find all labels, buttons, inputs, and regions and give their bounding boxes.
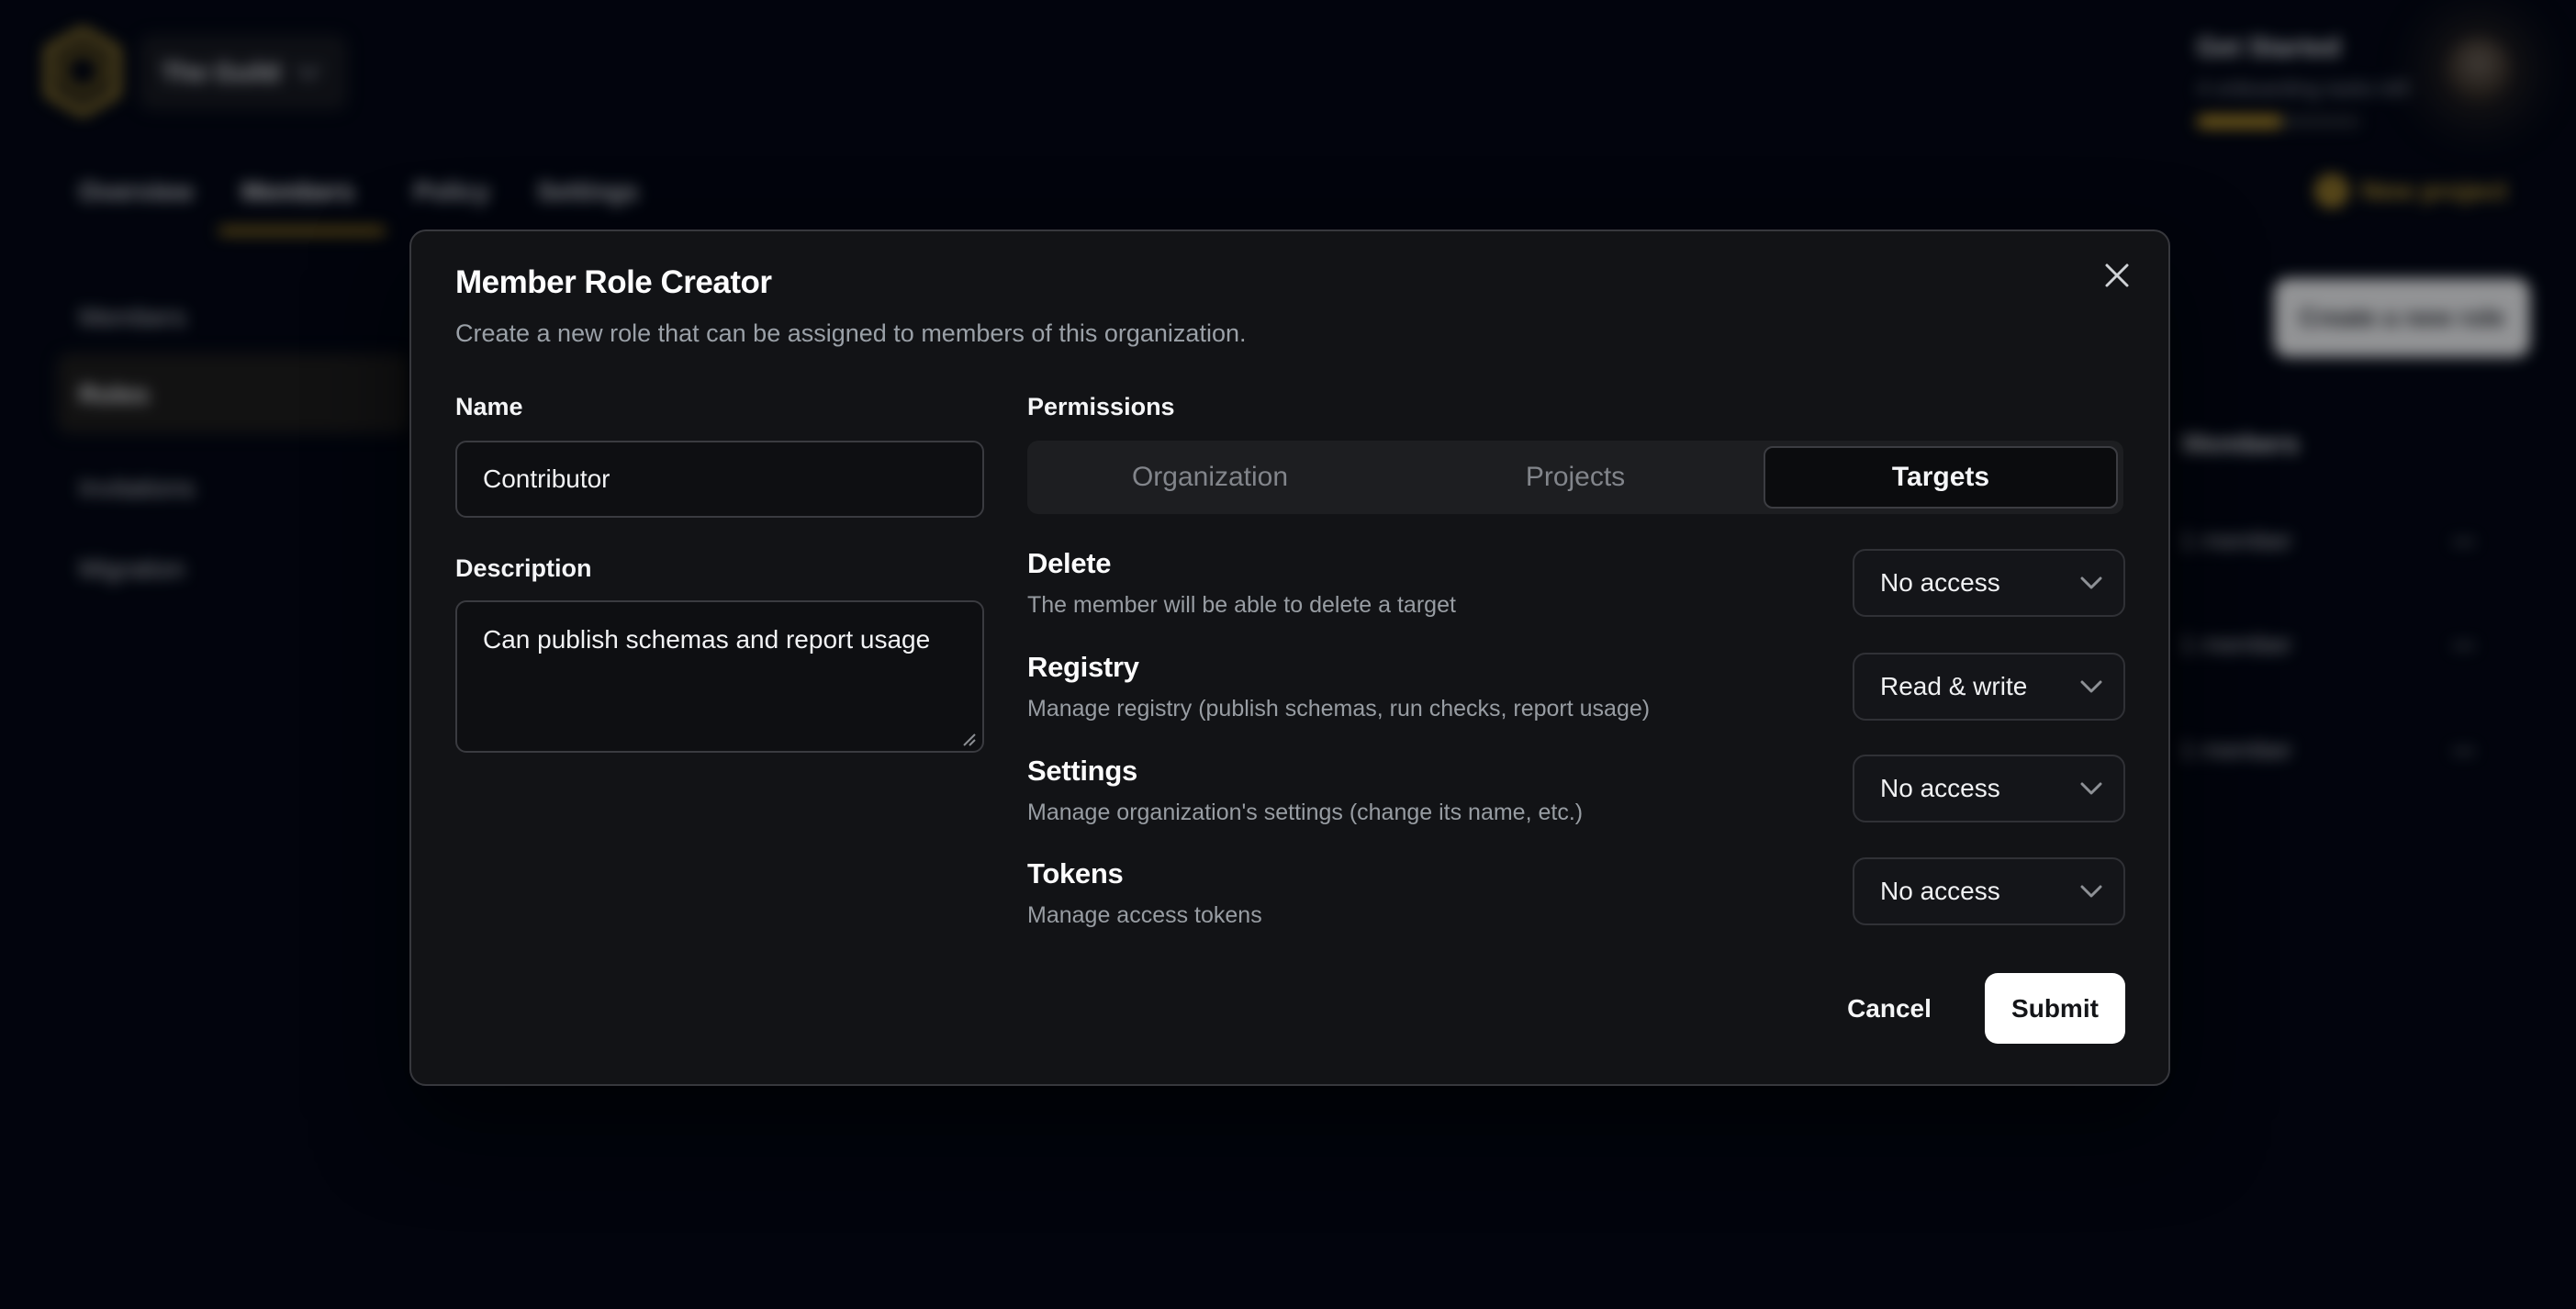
perm-row-description: Manage organization's settings (change i… xyxy=(1027,800,1583,826)
perm-tab-organization[interactable]: Organization xyxy=(1027,441,1393,514)
perm-select-settings[interactable]: No access xyxy=(1853,755,2125,822)
name-label: Name xyxy=(455,393,523,421)
permissions-label: Permissions xyxy=(1027,393,1175,421)
name-input[interactable] xyxy=(455,441,984,518)
perm-tab-projects[interactable]: Projects xyxy=(1393,441,1758,514)
perm-select-value: No access xyxy=(1880,877,2079,906)
perm-select-value: No access xyxy=(1880,568,2079,598)
app-root: The Guild Get Started 4 onboarding tasks… xyxy=(0,0,2576,1309)
perm-row-title: Registry xyxy=(1027,651,1139,684)
perm-row-description: The member will be able to delete a targ… xyxy=(1027,592,1456,619)
perm-select-value: Read & write xyxy=(1880,672,2079,701)
resize-handle-icon[interactable] xyxy=(960,731,977,747)
perm-tab-targets[interactable]: Targets xyxy=(1764,446,2118,509)
cancel-button[interactable]: Cancel xyxy=(1825,973,1954,1044)
perm-select-value: No access xyxy=(1880,774,2079,803)
perm-row-description: Manage registry (publish schemas, run ch… xyxy=(1027,696,1650,722)
perm-row-title: Delete xyxy=(1027,547,1111,580)
chevron-down-icon xyxy=(2079,781,2103,796)
description-label: Description xyxy=(455,554,592,583)
chevron-down-icon xyxy=(2079,679,2103,694)
chevron-down-icon xyxy=(2079,576,2103,590)
perm-row-description: Manage access tokens xyxy=(1027,902,1262,929)
chevron-down-icon xyxy=(2079,884,2103,899)
submit-button[interactable]: Submit xyxy=(1985,973,2125,1044)
perm-select-tokens[interactable]: No access xyxy=(1853,857,2125,925)
dialog-subtitle: Create a new role that can be assigned t… xyxy=(455,319,1246,348)
description-textarea[interactable]: Can publish schemas and report usage xyxy=(455,600,984,753)
permissions-tab-group: Organization Projects Targets xyxy=(1027,441,2123,514)
perm-row-title: Settings xyxy=(1027,755,1137,788)
dialog-title: Member Role Creator xyxy=(455,264,771,301)
close-icon xyxy=(2103,262,2131,289)
perm-select-registry[interactable]: Read & write xyxy=(1853,653,2125,721)
perm-row-title: Tokens xyxy=(1027,857,1123,890)
member-role-creator-dialog: Member Role Creator Create a new role th… xyxy=(409,229,2170,1086)
perm-select-delete[interactable]: No access xyxy=(1853,549,2125,617)
close-button[interactable] xyxy=(2091,250,2143,301)
